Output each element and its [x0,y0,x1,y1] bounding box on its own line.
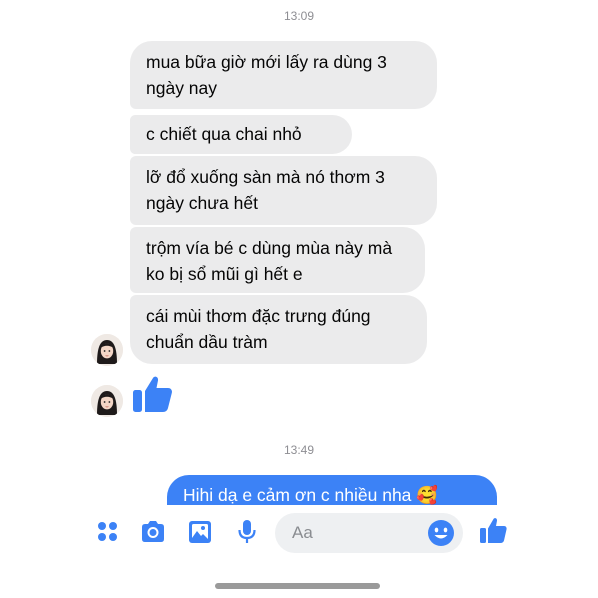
message-input[interactable]: Aa [275,513,463,553]
incoming-message[interactable]: lỡ đổ xuống sàn mà nó thơm 3 ngày chưa h… [130,156,437,225]
thumbs-up-icon[interactable] [477,515,509,545]
incoming-message[interactable]: cái mùi thơm đặc trưng đúng chuẩn dầu tr… [130,295,427,364]
emoji-icon[interactable] [426,518,456,548]
timestamp: 13:09 [283,9,315,23]
gallery-icon[interactable] [184,517,216,547]
contact-avatar[interactable] [91,334,123,366]
home-indicator [215,583,380,589]
chat-screen: 13:09 mua bữa giờ mới lấy ra dùng 3 ngày… [75,0,523,598]
thumbs-up-icon[interactable] [131,372,175,416]
message-input-placeholder: Aa [292,523,313,542]
incoming-message[interactable]: trộm vía bé c dùng mùa này mà ko bị sổ m… [130,227,425,293]
more-apps-icon[interactable] [92,517,124,547]
contact-avatar[interactable] [91,385,123,417]
timestamp: 13:49 [283,443,315,457]
incoming-message[interactable]: mua bữa giờ mới lấy ra dùng 3 ngày nay [130,41,437,109]
microphone-icon[interactable] [231,517,263,547]
incoming-message[interactable]: c chiết qua chai nhỏ [130,115,352,154]
camera-icon[interactable] [137,517,169,547]
message-composer: Aa [75,505,523,598]
